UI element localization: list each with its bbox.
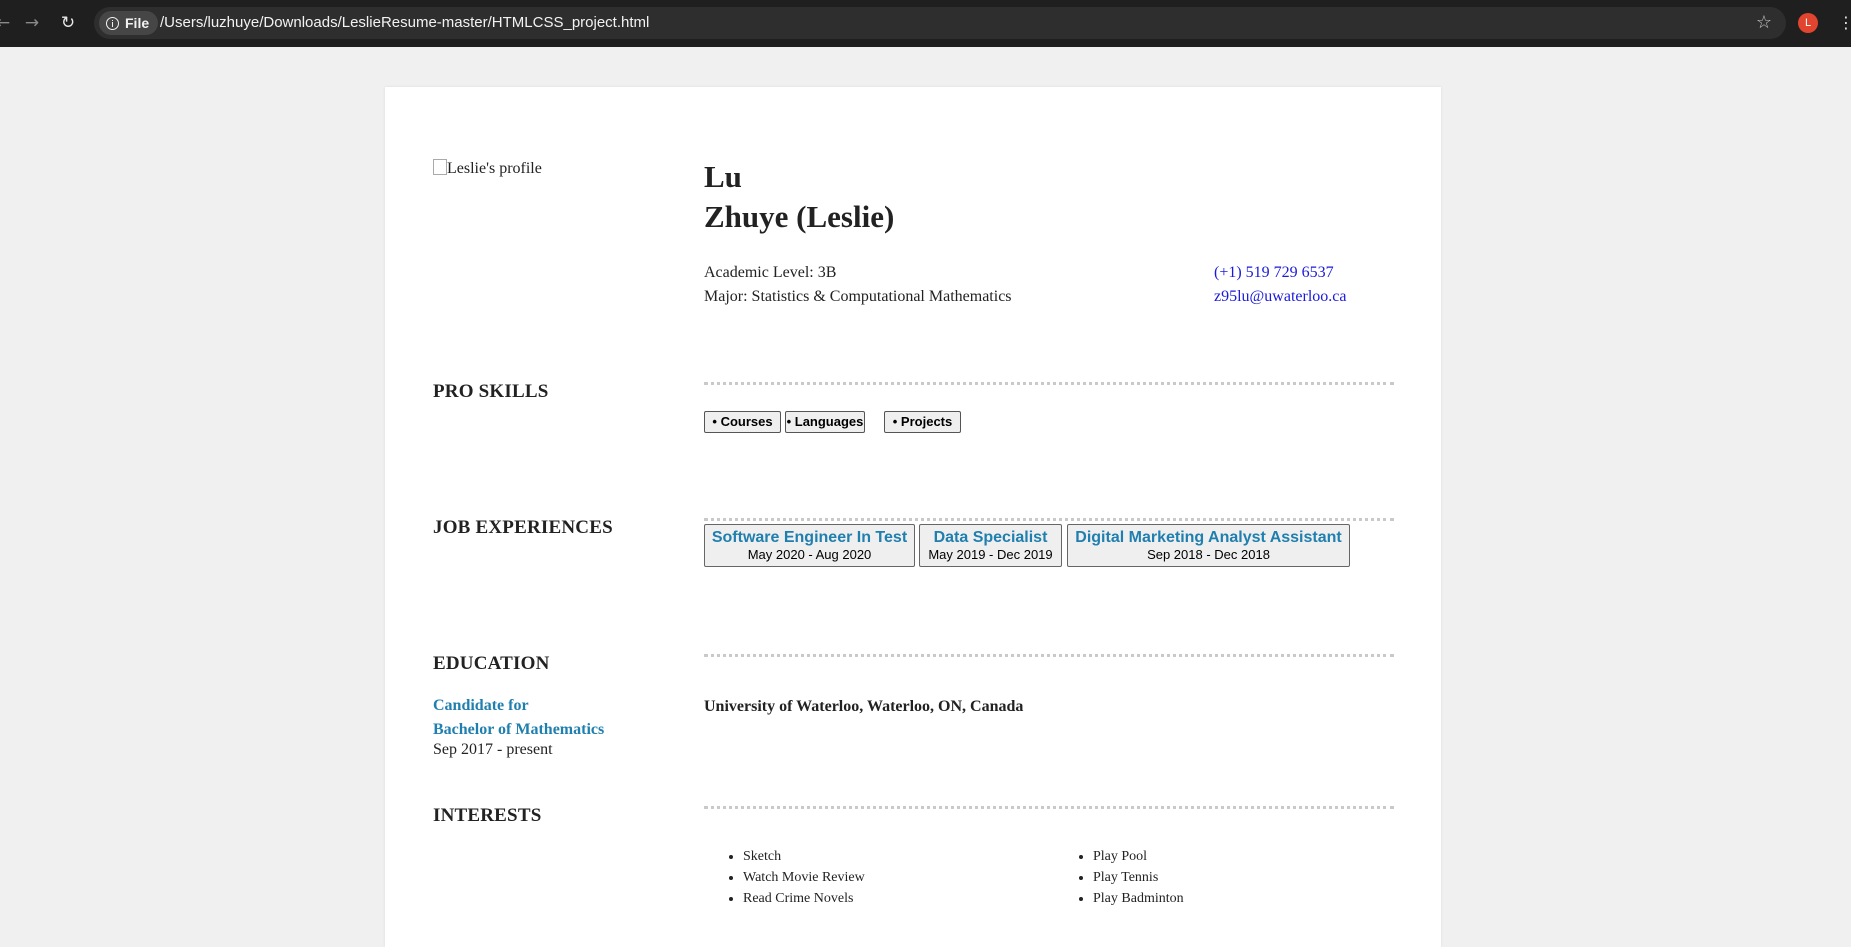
arrow-right-icon: → — [24, 13, 40, 33]
list-item: Play Pool — [1093, 846, 1184, 867]
phone-link[interactable]: (+1) 519 729 6537 — [1214, 264, 1334, 282]
interests-list-left: Sketch Watch Movie Review Read Crime Nov… — [721, 846, 865, 909]
info-icon — [106, 16, 119, 30]
email-link[interactable]: z95lu@uwaterloo.ca — [1214, 288, 1346, 306]
resume-page: Leslie's profile Lu Zhuye (Leslie) Acade… — [385, 87, 1441, 947]
job-title: Data Specialist — [933, 529, 1048, 546]
education-degree: Candidate for Bachelor of Mathematics — [433, 694, 604, 742]
name-line-2: Zhuye (Leslie) — [704, 199, 895, 234]
list-item: Read Crime Novels — [743, 888, 865, 909]
list-item: Play Tennis — [1093, 867, 1184, 888]
broken-image-icon — [433, 159, 447, 175]
list-item: Sketch — [743, 846, 865, 867]
job-button-data-specialist[interactable]: Data Specialist May 2019 - Dec 2019 — [919, 524, 1062, 567]
reload-button[interactable]: ↻ — [57, 12, 79, 34]
browser-toolbar: ← → ↻ File /Users/luzhuye/Downloads/Lesl… — [0, 0, 1851, 47]
interests-list-right: Play Pool Play Tennis Play Badminton — [1071, 846, 1184, 909]
scheme-label: File — [125, 15, 150, 31]
job-button-marketing-analyst[interactable]: Digital Marketing Analyst Assistant Sep … — [1067, 524, 1350, 567]
reload-icon: ↻ — [60, 13, 76, 33]
section-title-education: EDUCATION — [433, 653, 550, 674]
job-title: Software Engineer In Test — [711, 529, 908, 546]
profile-avatar[interactable]: L — [1798, 13, 1818, 33]
address-bar[interactable]: File /Users/luzhuye/Downloads/LeslieResu… — [94, 7, 1786, 39]
url-text[interactable]: /Users/luzhuye/Downloads/LeslieResume-ma… — [160, 7, 649, 39]
section-divider — [704, 518, 1394, 521]
section-title-jobs: JOB EXPERIENCES — [433, 517, 613, 538]
job-dates: May 2020 - Aug 2020 — [747, 547, 872, 562]
section-title-skills: PRO SKILLS — [433, 381, 549, 402]
projects-button[interactable]: • Projects — [884, 411, 961, 433]
job-title: Digital Marketing Analyst Assistant — [1075, 529, 1342, 546]
courses-button[interactable]: • Courses — [704, 411, 781, 433]
page-title: Lu Zhuye (Leslie) — [704, 157, 894, 237]
education-dates: Sep 2017 - present — [433, 741, 553, 758]
job-button-software-engineer[interactable]: Software Engineer In Test May 2020 - Aug… — [704, 524, 915, 567]
list-item: Play Badminton — [1093, 888, 1184, 909]
list-item: Watch Movie Review — [743, 867, 865, 888]
major: Major: Statistics & Computational Mathem… — [704, 288, 1012, 305]
star-icon[interactable]: ☆ — [1756, 12, 1772, 34]
education-school: University of Waterloo, Waterloo, ON, Ca… — [704, 698, 1024, 715]
academic-level: Academic Level: 3B — [704, 264, 837, 281]
profile-image-alt: Leslie's profile — [447, 160, 542, 177]
section-divider — [704, 654, 1394, 657]
degree-line-2: Bachelor of Mathematics — [433, 721, 605, 738]
languages-button[interactable]: • Languages — [785, 411, 865, 433]
section-divider — [704, 382, 1394, 385]
forward-button[interactable]: → — [21, 12, 43, 34]
job-dates: Sep 2018 - Dec 2018 — [1147, 547, 1270, 562]
back-button[interactable]: ← — [0, 12, 14, 34]
section-title-interests: INTERESTS — [433, 805, 542, 826]
more-menu-icon[interactable]: ⋮ — [1838, 12, 1851, 34]
degree-line-1: Candidate for — [433, 697, 529, 714]
section-divider — [704, 806, 1394, 809]
job-dates: May 2019 - Dec 2019 — [928, 547, 1053, 562]
site-info-chip[interactable]: File — [99, 11, 159, 35]
name-line-1: Lu — [704, 159, 742, 194]
profile-image: Leslie's profile — [433, 159, 542, 178]
arrow-left-icon: ← — [0, 13, 11, 33]
